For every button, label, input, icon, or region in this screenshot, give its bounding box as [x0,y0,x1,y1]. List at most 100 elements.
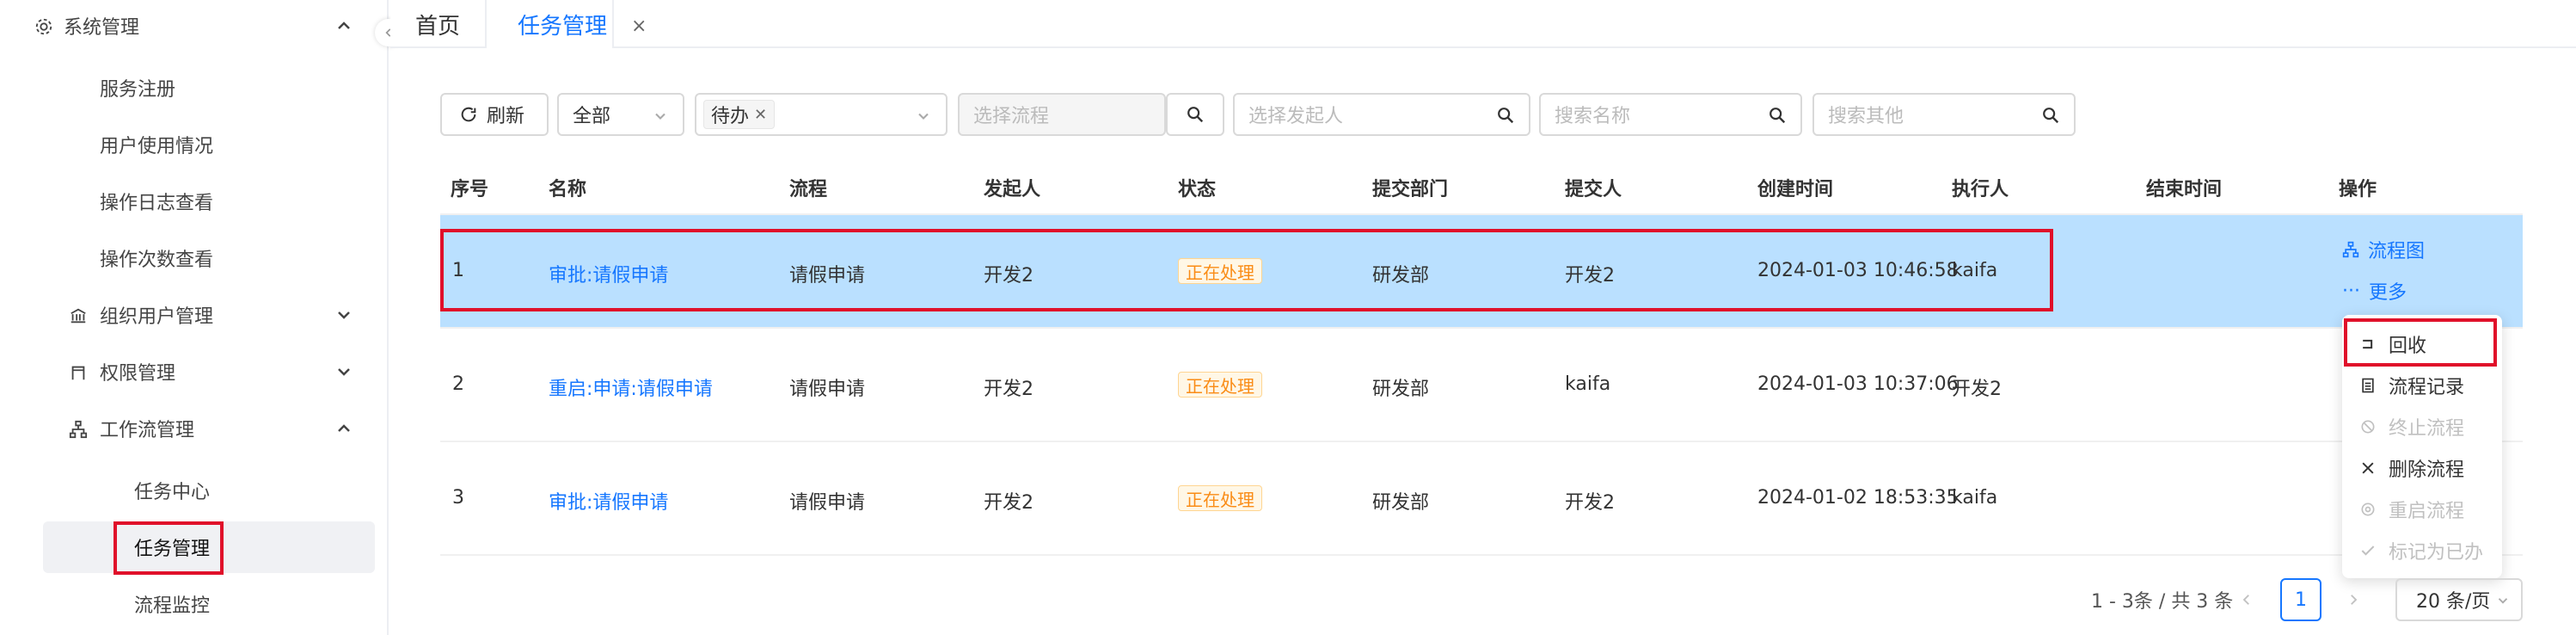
tag-close-icon[interactable]: ✕ [754,106,767,124]
cell-created: 2024-01-03 10:37:06 [1757,373,1959,395]
tab-label: 首页 [414,13,460,40]
flow-placeholder: 选择流程 [973,106,1050,127]
menu-item-delete[interactable]: 删除流程 [2342,447,2502,489]
status-tag-label: 待办 [711,106,750,127]
initiator-search[interactable]: 选择发起人 [1233,93,1530,136]
table-header: 序号 名称 流程 发起人 状态 提交部门 提交人 创建时间 执行人 结束时间 操… [440,155,2523,215]
name-search[interactable]: 搜索名称 [1539,93,1802,136]
gate-icon [71,366,85,380]
pagination-summary: 1 - 3条 / 共 3 条 [2091,578,2233,621]
cell-flow: 请假申请 [789,379,866,400]
sidebar-item-permissions[interactable]: 权限管理 [0,346,389,398]
column-header: 状态 [1178,179,1217,200]
refresh-label: 刷新 [487,106,525,127]
chevron-right-icon [2351,595,2358,605]
more-link[interactable]: ··· 更多 [2342,277,2407,305]
check-icon [2361,546,2375,556]
column-header: 结束时间 [2146,179,2223,200]
page-button-current[interactable]: 1 [2280,578,2321,621]
search-icon[interactable] [2041,106,2060,125]
next-page-button[interactable] [2346,578,2361,621]
annotation-highlight [440,229,2053,311]
sidebar-item-workflow[interactable]: 工作流管理 [0,403,389,454]
cell-flow: 请假申请 [789,492,866,514]
column-header: 名称 [549,179,587,200]
tab-task-management[interactable]: 任务管理 × [487,0,647,48]
search-icon [1187,107,1204,123]
sidebar-item-operation-log[interactable]: 操作日志查看 [0,176,389,227]
sidebar-item-task-center[interactable]: 任务中心 [0,465,389,516]
sidebar-item-label: 用户使用情况 [100,136,214,157]
status-multiselect[interactable]: 待办 ✕ [695,93,948,136]
cell-dept: 研发部 [1372,379,1430,400]
table-row[interactable]: 2 重启:申请:请假申请 请假申请 开发2 正在处理 研发部 kaifa 202… [440,329,2523,442]
prev-page-button[interactable] [2239,578,2254,621]
page-size-value: 20 条/页 [2416,591,2491,613]
search-icon[interactable] [1496,106,1515,125]
page-number: 1 [2295,589,2307,611]
other-search[interactable]: 搜索其他 [1812,93,2076,136]
cell-initiator: 开发2 [984,492,1033,514]
search-icon[interactable] [1768,106,1787,125]
sidebar-item-label: 操作日志查看 [100,193,214,214]
menu-item-label: 流程记录 [2389,377,2465,398]
sidebar-item-label: 流程监控 [134,595,211,617]
tab-bar: 首页 任务管理 × [390,0,2576,48]
cell-created: 2024-01-02 18:53:35 [1757,487,1959,509]
close-icon[interactable]: × [631,15,647,37]
sidebar-item-label: 服务注册 [100,79,176,101]
sidebar-item-service-register[interactable]: 服务注册 [0,62,389,114]
tab-label: 任务管理 [518,13,608,40]
menu-item-label: 标记为已办 [2389,542,2484,564]
record-icon [2362,378,2374,393]
chevron-up-icon [338,22,350,29]
menu-item-label: 终止流程 [2389,418,2465,440]
menu-item-restart: 重启流程 [2342,489,2502,530]
cell-executor: kaifa [1952,487,1998,509]
sidebar-item-label: 权限管理 [100,363,176,385]
sidebar-item-org-users[interactable]: 组织用户管理 [0,289,389,341]
table-row[interactable]: 3 审批:请假申请 请假申请 开发2 正在处理 研发部 开发2 2024-01-… [440,442,2523,556]
gear-icon [35,18,52,35]
flow-search-button[interactable] [1166,93,1224,136]
pagination-summary-text: 1 - 3条 / 共 3 条 [2091,591,2234,613]
initiator-placeholder: 选择发起人 [1248,106,1344,127]
scope-value: 全部 [573,106,611,127]
sidebar: 系统管理 服务注册 用户使用情况 操作日志查看 操作次数查看 组织用户管理 权限… [0,0,389,635]
sidebar-item-flow-monitor[interactable]: 流程监控 [0,578,389,630]
sidebar-item-label: 工作流管理 [100,420,195,441]
bank-icon [71,308,86,324]
flowchart-link[interactable]: 流程图 [2342,236,2425,263]
sidebar-item-operation-count[interactable]: 操作次数查看 [0,232,389,284]
tab-home[interactable]: 首页 [390,0,487,48]
name-placeholder: 搜索名称 [1555,106,1631,127]
flowchart-label: 流程图 [2368,241,2426,262]
restart-icon [2361,502,2375,516]
column-header: 流程 [789,179,828,200]
refresh-button[interactable]: 刷新 [440,93,549,136]
task-name-link[interactable]: 重启:申请:请假申请 [549,373,713,401]
chevron-left-icon [2242,595,2249,605]
status-badge: 正在处理 [1178,485,1262,511]
sidebar-item-label: 系统管理 [64,17,140,39]
column-header: 提交部门 [1372,179,1449,200]
task-name-link[interactable]: 审批:请假申请 [549,487,668,515]
menu-item-flow-record[interactable]: 流程记录 [2342,365,2502,406]
flow-select[interactable]: 选择流程 [958,93,1166,136]
annotation-highlight [113,521,224,575]
column-header: 操作 [2339,179,2377,200]
chevron-down-icon [918,113,929,120]
page-size-select[interactable]: 20 条/页 [2395,578,2523,621]
column-header: 序号 [451,179,489,200]
cell-executor: 开发2 [1952,379,2002,400]
sidebar-item-system[interactable]: 系统管理 [0,0,389,52]
sidebar-item-label: 组织用户管理 [100,306,214,328]
cell-index: 2 [452,373,464,395]
scope-select[interactable]: 全部 [557,93,684,136]
chevron-down-icon [338,368,350,376]
cell-submitter: 开发2 [1565,492,1615,514]
menu-item-label: 删除流程 [2389,459,2465,481]
chevron-down-icon [2498,598,2508,604]
menu-item-terminate: 终止流程 [2342,406,2502,447]
sidebar-item-user-usage[interactable]: 用户使用情况 [0,119,389,170]
